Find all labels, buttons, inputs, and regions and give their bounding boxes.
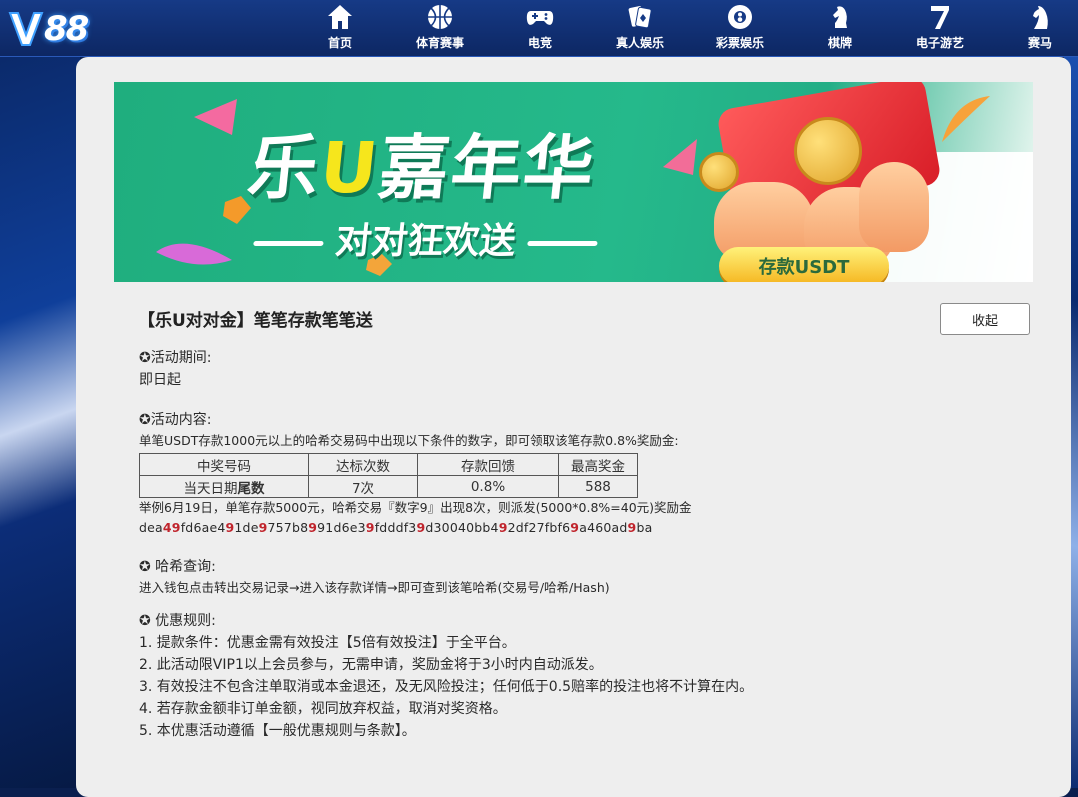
nav-label: 体育赛事: [415, 36, 464, 50]
table-header: 最高奖金: [558, 453, 638, 476]
usdt-coin-graphic: [794, 117, 862, 185]
collapse-button[interactable]: 收起: [940, 303, 1030, 335]
horse-icon: [1033, 6, 1048, 29]
nav-label: 首页: [327, 36, 352, 50]
orange-swirl-decoration: [942, 96, 990, 142]
nav-label: 电子游艺: [915, 36, 964, 50]
home-icon: [328, 5, 352, 29]
banner-title: 乐U嘉年华: [244, 127, 600, 209]
nav-item-sports[interactable]: 体育赛事: [390, 0, 490, 56]
rules-label: ✪ 优惠规则:: [139, 613, 216, 629]
nav-item-lottery[interactable]: 彩票娱乐: [690, 0, 790, 56]
nav-item-chess-cards[interactable]: 棋牌: [790, 0, 890, 56]
basketball-icon: [428, 5, 452, 29]
table-header: 中奖号码: [139, 453, 309, 476]
background-left-decoration: [0, 56, 80, 788]
deposit-usdt-button[interactable]: 存款USDT: [719, 247, 889, 282]
purple-swirl-decoration: [156, 243, 232, 265]
main-nav: 首页 体育赛事 电竞 真人娱乐 彩票娱乐 棋牌 电子游艺 赛马: [290, 0, 1078, 56]
table-cell: 7次: [308, 475, 418, 498]
table-header-row: 中奖号码 达标次数 存款回馈 最高奖金: [139, 453, 638, 476]
banner-subtitle: 对对狂欢送: [239, 212, 612, 264]
period-label: ✪活动期间:: [139, 350, 212, 366]
cards-icon: [628, 6, 652, 29]
table-row: 当天日期尾数 7次 0.8% 588: [139, 475, 638, 498]
hash-query-description: 进入钱包点击转出交易记录→进入该存款详情→即可查到该笔哈希(交易号/哈希/Has…: [139, 580, 610, 595]
example-text: 举例6月19日，单笔存款5000元，哈希交易『数字9』出现8次，则派发(5000…: [139, 500, 692, 515]
rules-section: ✪ 优惠规则: 1. 提款条件：优惠金需有效投注【5倍有效投注】于全平台。 2.…: [139, 610, 1039, 742]
rule-item: 1. 提款条件：优惠金需有效投注【5倍有效投注】于全平台。: [139, 635, 516, 651]
promo-banner[interactable]: 乐U嘉年华 对对狂欢送 存款USDT: [114, 82, 1033, 282]
nav-label: 棋牌: [827, 36, 852, 50]
nav-label: 电竞: [527, 36, 552, 50]
example-hash: dea49fd6ae491de9757b8991d6e39fdddf39d300…: [139, 520, 653, 535]
nav-item-esports[interactable]: 电竞: [490, 0, 590, 56]
table-cell: 588: [558, 475, 638, 498]
nav-label: 彩票娱乐: [715, 36, 764, 50]
table-cell: 0.8%: [417, 475, 559, 498]
pink-triangle-decoration: [194, 99, 237, 135]
nav-item-slots[interactable]: 电子游艺: [890, 0, 990, 56]
logo-text: 88: [44, 9, 89, 49]
promotion-panel: 乐U嘉年华 对对狂欢送 存款USDT 【乐U对对金】笔笔存款笔笔送 收起 ✪活动…: [76, 57, 1071, 797]
rule-item: 3. 有效投注不包含注单取消或本金退还，及无风险投注；任何低于0.5赔率的投注也…: [139, 679, 754, 695]
nav-item-horse-racing[interactable]: 赛马: [990, 0, 1078, 56]
table-cell: 当天日期尾数: [139, 475, 309, 498]
pink-triangle-decoration: [663, 139, 697, 175]
nav-item-live-casino[interactable]: 真人娱乐: [590, 0, 690, 56]
lottery-ball-icon: [728, 5, 752, 29]
logo-v-mark-icon: [8, 12, 44, 46]
table-header: 达标次数: [308, 453, 418, 476]
rule-item: 2. 此活动限VIP1以上会员参与，无需申请，奖励金将于3小时内自动派发。: [139, 657, 603, 673]
promo-title: 【乐U对对金】笔笔存款笔笔送: [138, 311, 373, 331]
period-value: 即日起: [139, 372, 181, 388]
nav-item-home[interactable]: 首页: [290, 0, 390, 56]
prize-table: 中奖号码 达标次数 存款回馈 最高奖金 当天日期尾数 7次 0.8% 588: [139, 453, 638, 498]
hand-graphic: [859, 162, 929, 252]
usdt-coin-graphic: [699, 152, 739, 192]
chess-knight-icon: [833, 6, 847, 28]
slot-seven-icon: [931, 6, 949, 29]
rule-item: 5. 本优惠活动遵循【一般优惠规则与条款】。: [139, 723, 416, 739]
nav-label: 真人娱乐: [615, 36, 664, 50]
hash-query-label: ✪ 哈希查询:: [139, 559, 216, 575]
top-header: 88 首页 体育赛事 电竞 真人娱乐 彩票娱乐 棋牌 电子游艺 赛马: [0, 0, 1078, 57]
rule-item: 4. 若存款金额非订单金额，视同放弃权益，取消对奖资格。: [139, 701, 507, 717]
content-label: ✪活动内容:: [139, 412, 212, 428]
gamepad-icon: [526, 11, 554, 25]
content-description: 单笔USDT存款1000元以上的哈希交易码中出现以下条件的数字，即可领取该笔存款…: [139, 433, 679, 448]
promo-content: ✪活动期间: 即日起 ✪活动内容: 单笔USDT存款1000元以上的哈希交易码中…: [139, 347, 1039, 742]
table-header: 存款回馈: [417, 453, 559, 476]
site-logo[interactable]: 88: [8, 6, 118, 52]
nav-label: 赛马: [1027, 36, 1052, 50]
